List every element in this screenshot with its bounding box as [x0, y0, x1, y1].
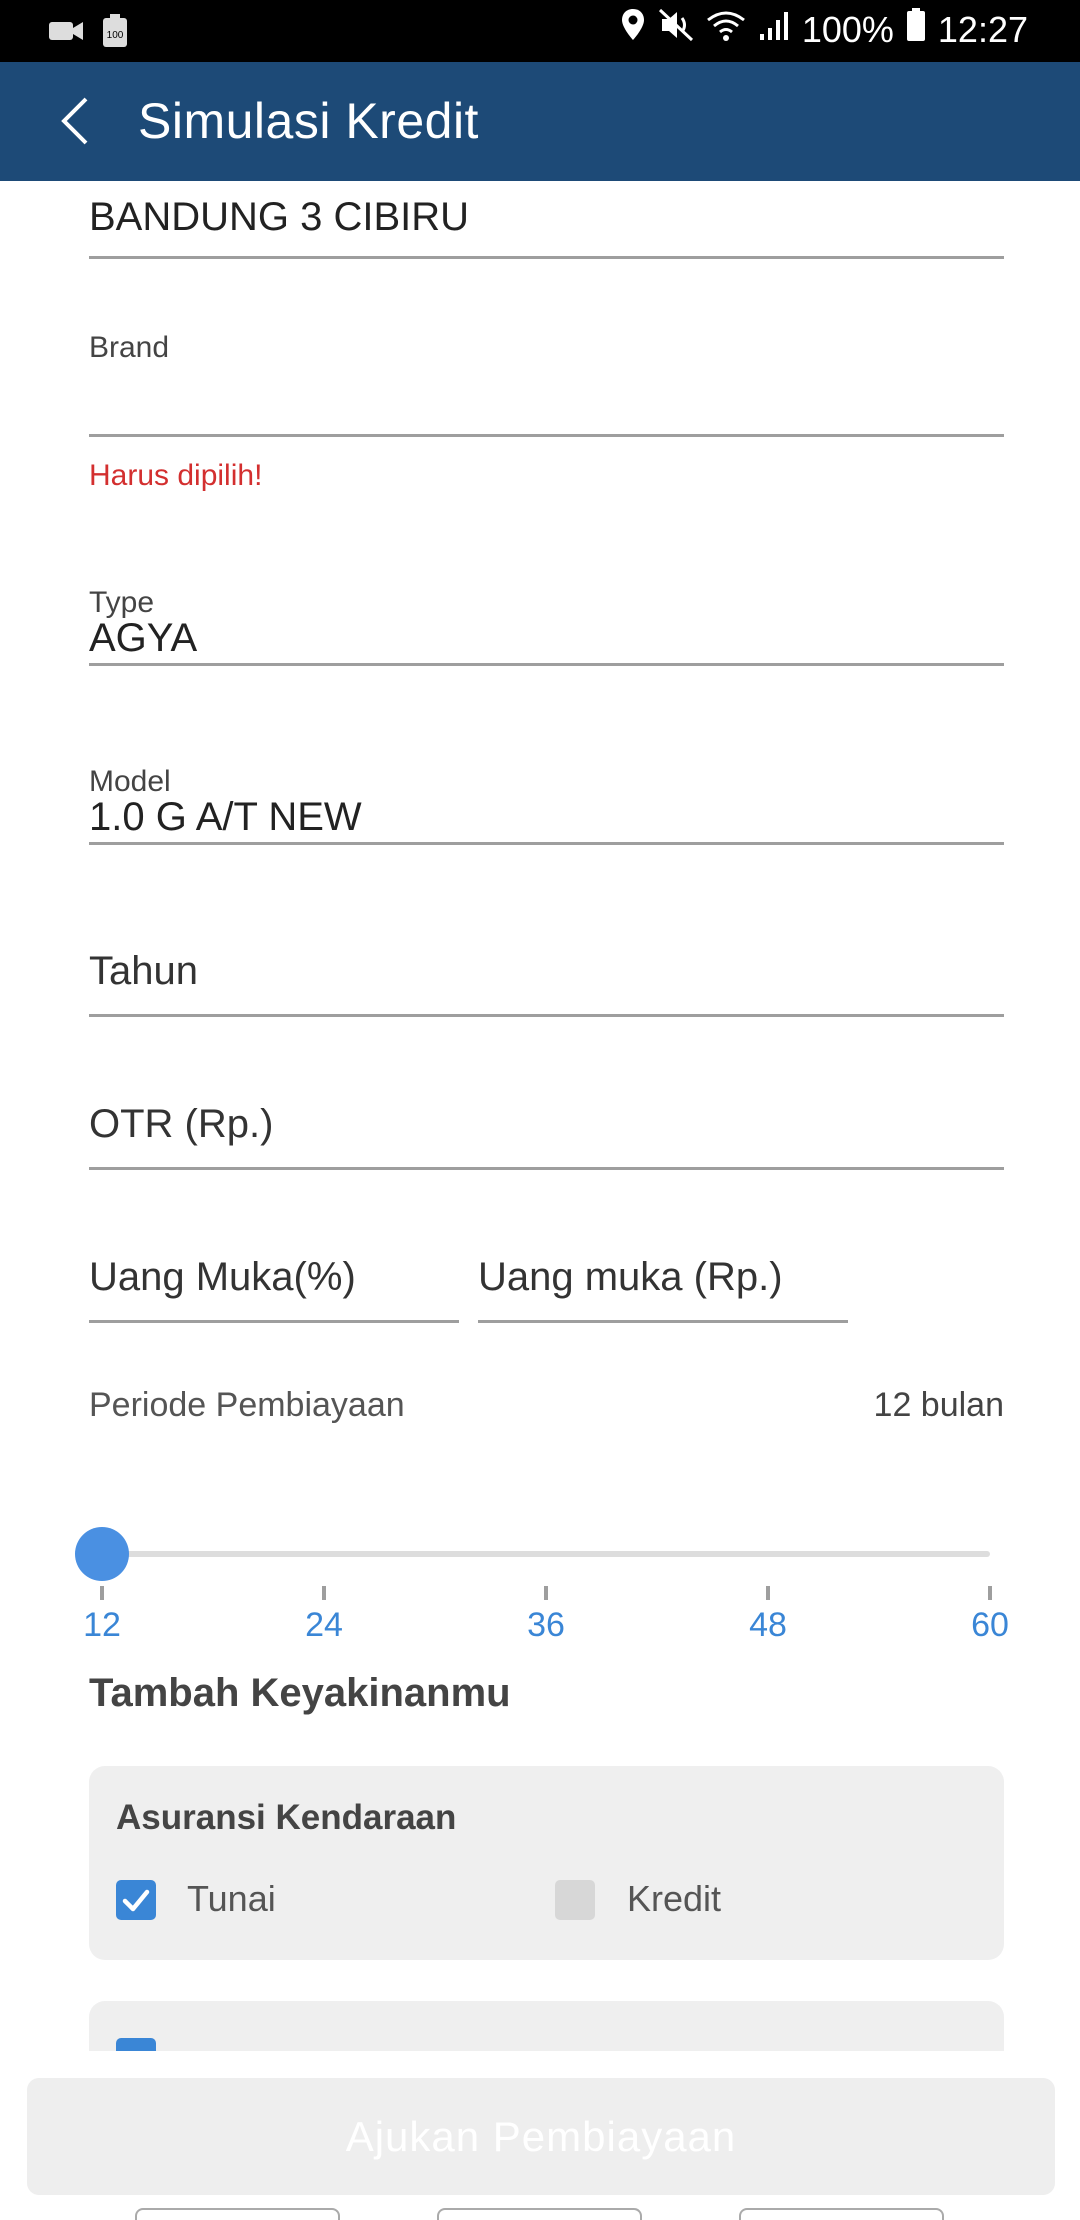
- type-value: AGYA: [89, 616, 198, 660]
- battery-saver-icon: 100: [102, 14, 128, 53]
- slider-tick-label: 48: [749, 1606, 787, 1644]
- period-slider-track[interactable]: [102, 1551, 990, 1557]
- insurance-card-title: Asuransi Kendaraan: [116, 1798, 457, 1837]
- dp-percent-field[interactable]: Uang Muka(%): [89, 1255, 459, 1323]
- otr-field[interactable]: OTR (Rp.): [89, 1102, 1004, 1170]
- slider-tick: [988, 1586, 992, 1600]
- model-field[interactable]: Model 1.0 G A/T NEW: [89, 765, 1004, 845]
- signal-icon: [758, 9, 790, 51]
- check-icon: [116, 1889, 156, 1924]
- model-value: 1.0 G A/T NEW: [89, 795, 362, 839]
- dp-amount-placeholder: Uang muka (Rp.): [478, 1255, 783, 1299]
- model-label: Model: [89, 765, 171, 798]
- status-left-icons: 100: [48, 14, 128, 53]
- kredit-checkbox[interactable]: [555, 1880, 595, 1920]
- submit-button[interactable]: Ajukan Pembiayaan: [27, 2078, 1055, 2195]
- tunai-checkbox[interactable]: [116, 1880, 156, 1920]
- slider-tick-label: 24: [305, 1606, 343, 1644]
- form-scroll-area[interactable]: BANDUNG 3 CIBIRU Brand Harus dipilih! Ty…: [0, 181, 1080, 2051]
- page-title: Simulasi Kredit: [138, 93, 479, 149]
- back-button[interactable]: [40, 88, 110, 158]
- slider-tick-label: 60: [971, 1606, 1009, 1644]
- status-right: 100% 12:27: [620, 8, 1028, 51]
- type-label: Type: [89, 586, 155, 619]
- slider-tick-label: 12: [83, 1606, 121, 1644]
- tunai-label: Tunai: [187, 1878, 276, 1919]
- location-icon: [620, 8, 646, 51]
- video-camera-icon: [48, 18, 84, 49]
- brand-label: Brand: [89, 331, 170, 364]
- slider-tick: [100, 1586, 104, 1600]
- type-field[interactable]: Type AGYA: [89, 586, 1004, 666]
- battery-percent: 100%: [801, 8, 894, 50]
- kredit-label: Kredit: [627, 1878, 722, 1919]
- status-bar: 100 100% 12:27: [0, 0, 1080, 62]
- period-slider-thumb[interactable]: [75, 1527, 129, 1581]
- extras-title: Tambah Keyakinanmu: [89, 1671, 511, 1715]
- slider-tick: [766, 1586, 770, 1600]
- insurance-card: Asuransi Kendaraan Tunai Kredit: [89, 1766, 1004, 1960]
- otr-placeholder: OTR (Rp.): [89, 1102, 274, 1146]
- second-card-checkbox[interactable]: [116, 2038, 156, 2051]
- slider-tick: [322, 1586, 326, 1600]
- slider-tick-label: 36: [527, 1606, 565, 1644]
- clock: 12:27: [937, 8, 1028, 50]
- mute-icon: [658, 8, 694, 51]
- dealer-value: BANDUNG 3 CIBIRU: [89, 195, 470, 239]
- second-extra-card: [89, 2001, 1004, 2051]
- tahun-placeholder: Tahun: [89, 949, 198, 993]
- tahun-field[interactable]: Tahun: [89, 949, 1004, 1017]
- bottom-option-3[interactable]: [739, 2208, 944, 2220]
- brand-error: Harus dipilih!: [89, 459, 263, 492]
- brand-field[interactable]: Brand: [89, 331, 1004, 437]
- period-value: 12 bulan: [873, 1386, 1004, 1424]
- slider-tick: [544, 1586, 548, 1600]
- dp-amount-field[interactable]: Uang muka (Rp.): [478, 1255, 848, 1323]
- period-label: Periode Pembiayaan: [89, 1386, 405, 1424]
- app-bar: Simulasi Kredit: [0, 62, 1080, 181]
- battery-icon: [906, 8, 926, 51]
- dealer-field[interactable]: BANDUNG 3 CIBIRU: [89, 181, 1004, 259]
- chevron-left-icon: [58, 95, 92, 152]
- bottom-option-1[interactable]: [135, 2208, 340, 2220]
- dp-percent-placeholder: Uang Muka(%): [89, 1255, 356, 1299]
- bottom-option-2[interactable]: [437, 2208, 642, 2220]
- svg-text:100: 100: [107, 30, 124, 41]
- wifi-icon: [706, 9, 746, 51]
